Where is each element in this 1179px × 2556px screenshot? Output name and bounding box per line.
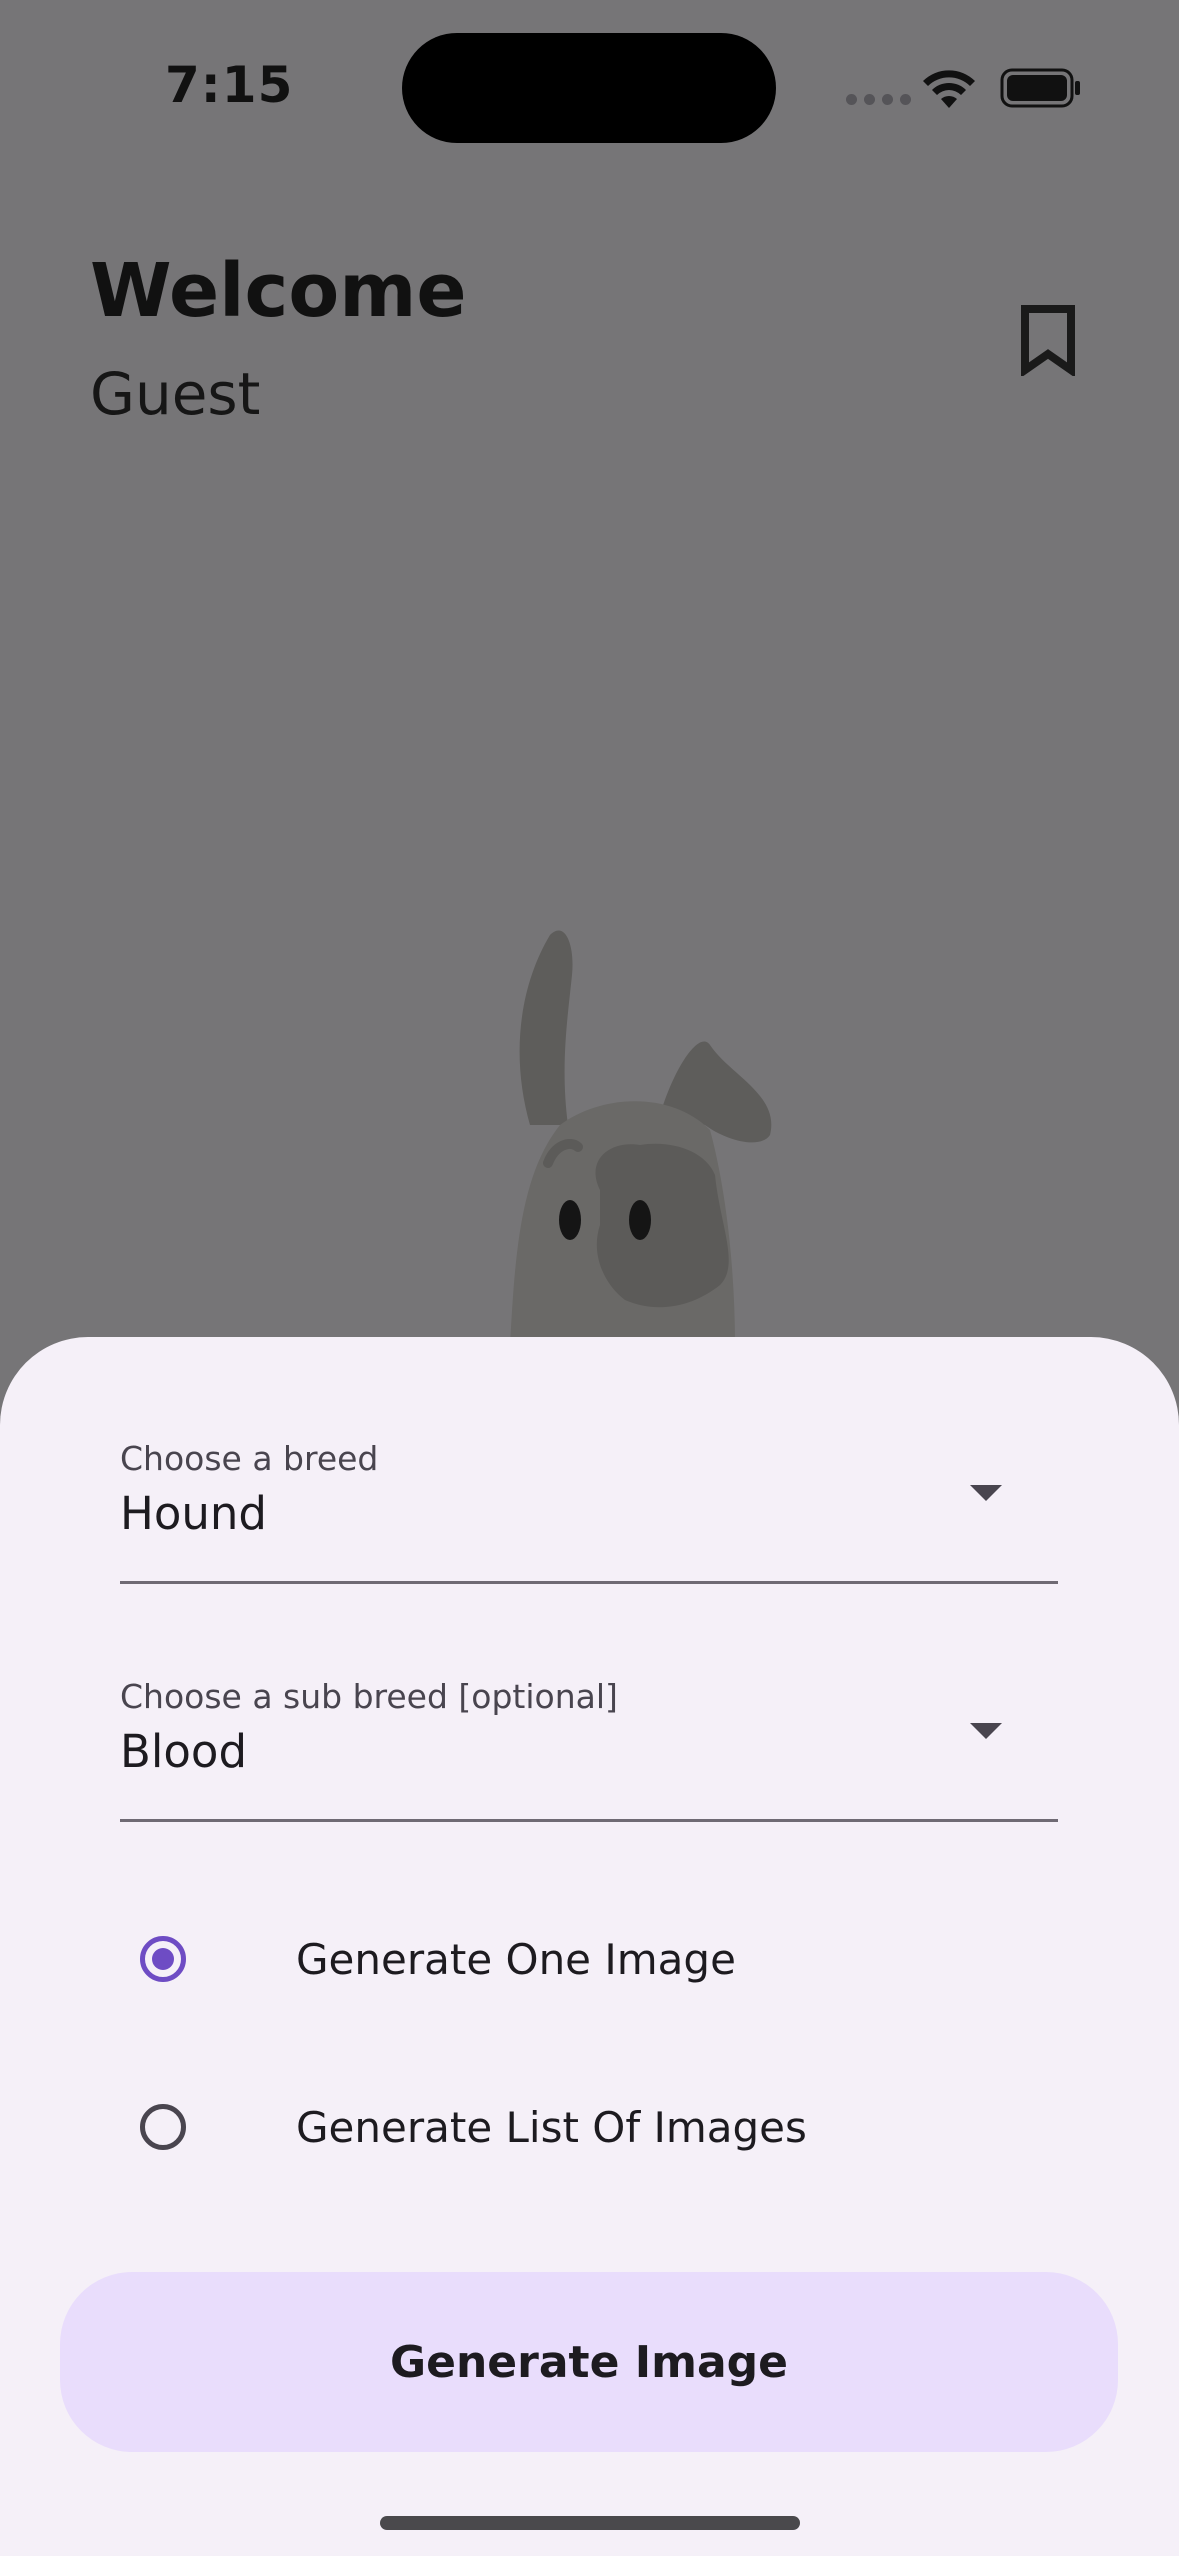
sub-breed-dropdown[interactable]: Choose a sub breed [optional] Blood <box>120 1677 1058 1822</box>
generate-image-button[interactable]: Generate Image <box>60 2272 1118 2452</box>
battery-icon <box>1000 68 1080 108</box>
breed-dropdown-value: Hound <box>120 1487 267 1540</box>
radio-option-one-image[interactable]: Generate One Image <box>140 1929 736 1989</box>
sub-breed-dropdown-label: Choose a sub breed [optional] <box>120 1677 618 1716</box>
wifi-icon <box>923 70 975 108</box>
home-indicator <box>380 2516 800 2530</box>
dropdown-arrow-icon <box>970 1723 1002 1739</box>
page-title: Welcome <box>90 248 467 334</box>
dropdown-arrow-icon <box>970 1485 1002 1501</box>
radio-button-unselected[interactable] <box>140 2104 186 2150</box>
user-name: Guest <box>90 360 261 428</box>
dynamic-island <box>402 33 776 143</box>
radio-option-list-of-images[interactable]: Generate List Of Images <box>140 2097 807 2157</box>
radio-label: Generate List Of Images <box>296 2102 807 2152</box>
dog-illustration <box>510 930 772 1345</box>
breed-dropdown[interactable]: Choose a breed Hound <box>120 1439 1058 1584</box>
radio-label: Generate One Image <box>296 1934 736 1984</box>
breed-dropdown-label: Choose a breed <box>120 1439 379 1478</box>
bookmarks-button[interactable] <box>1010 300 1086 380</box>
radio-button-selected[interactable] <box>140 1936 186 1982</box>
bookmark-icon <box>1021 305 1075 376</box>
status-time: 7:15 <box>165 56 294 114</box>
sub-breed-dropdown-value: Blood <box>120 1725 248 1778</box>
screen: 7:15 Welcome Guest Choose a breed Hound <box>0 0 1179 2556</box>
cellular-signal-icon <box>846 94 911 105</box>
